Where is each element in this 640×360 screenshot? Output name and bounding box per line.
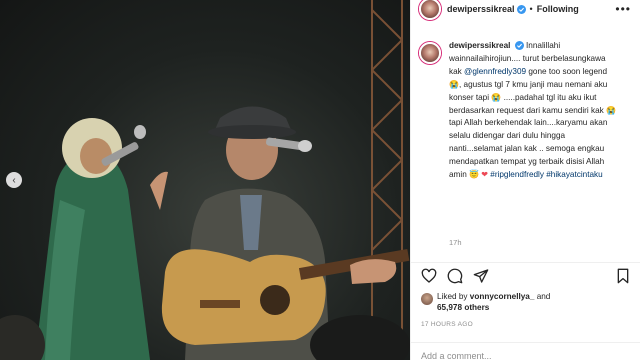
- post-photo[interactable]: ‹: [0, 0, 410, 360]
- like-heart-icon[interactable]: [421, 268, 437, 284]
- caption-verified-icon: [514, 41, 524, 50]
- likes-text: Liked by vonnycornellya_ and 65,978 othe…: [437, 291, 550, 313]
- likes-count[interactable]: 65,978 others: [437, 303, 489, 312]
- liked-by-prefix: Liked by: [437, 292, 468, 301]
- crying-emoji-icon: 😭: [491, 92, 502, 102]
- verified-badge-icon: [516, 4, 526, 14]
- caption-block: dewiperssikreal Innalillahi wainnailaihi…: [411, 40, 640, 182]
- post-side-panel: dewiperssikreal • Following ••• dewipers…: [410, 0, 640, 360]
- likes-row: Liked by vonnycornellya_ and 65,978 othe…: [421, 291, 550, 313]
- caption-part2: gone too soon legend: [528, 66, 608, 76]
- comment-bar: [411, 342, 640, 360]
- smiling-emoji-icon: 😇: [469, 170, 479, 180]
- caption-text: dewiperssikreal Innalillahi wainnailaihi…: [449, 41, 616, 180]
- author-avatar[interactable]: [419, 0, 441, 20]
- share-icon[interactable]: [473, 268, 489, 284]
- caption-mention-link[interactable]: @glennfredly309: [464, 67, 526, 76]
- liker-avatar[interactable]: [421, 293, 433, 305]
- caption-time: 17h: [449, 238, 462, 247]
- caption-author-avatar[interactable]: [419, 42, 441, 64]
- likes-conj: and: [536, 292, 551, 301]
- more-options-icon[interactable]: •••: [615, 2, 631, 16]
- red-heart-icon: ❤: [481, 170, 488, 180]
- chevron-left-icon: ‹: [12, 174, 16, 186]
- concert-photo-image: [0, 0, 410, 360]
- action-bar: [411, 262, 640, 288]
- author-username[interactable]: dewiperssikreal: [447, 4, 515, 14]
- separator-dot: •: [529, 4, 533, 14]
- following-button[interactable]: Following: [537, 4, 579, 14]
- comment-icon[interactable]: [447, 268, 463, 284]
- liker-username[interactable]: vonnycornellya_: [470, 292, 535, 301]
- crying-emoji-icon: 😭: [449, 79, 459, 89]
- post-header: dewiperssikreal • Following •••: [411, 0, 640, 20]
- caption-hashtags-link[interactable]: #ripglendfredly #hikayatcintaku: [490, 170, 602, 179]
- caption-username[interactable]: dewiperssikreal: [449, 41, 510, 50]
- crying-emoji-icon: 😭: [606, 105, 616, 115]
- post-timestamp[interactable]: 17 HOURS AGO: [421, 321, 473, 328]
- comment-input[interactable]: [421, 350, 621, 360]
- prev-photo-button[interactable]: ‹: [6, 172, 22, 188]
- save-bookmark-icon[interactable]: [615, 268, 631, 284]
